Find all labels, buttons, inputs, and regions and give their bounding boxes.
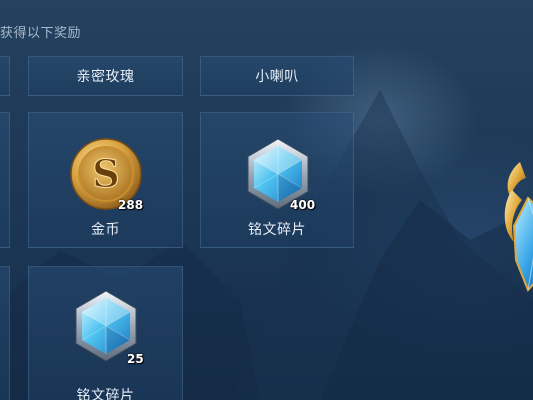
reward-card-rose[interactable]: 亲密玫瑰 <box>28 56 183 96</box>
reward-label: 金币 <box>91 222 120 238</box>
reward-count: 400 <box>290 198 316 212</box>
reward-label: 小喇叭 <box>255 69 299 85</box>
reward-card-partial[interactable] <box>0 56 10 96</box>
reward-card-gold[interactable]: S 288 金币 <box>28 112 183 248</box>
reward-label: 铭文碎片 <box>76 388 135 400</box>
reward-card-horn[interactable]: 小喇叭 <box>200 56 354 96</box>
reward-count: 288 <box>118 198 144 212</box>
reward-label: 亲密玫瑰 <box>76 69 135 85</box>
reward-card-partial[interactable] <box>0 266 10 400</box>
reward-header: 获得以下奖励 <box>0 26 82 41</box>
svg-text:S: S <box>92 151 119 196</box>
reward-card-partial[interactable] <box>0 112 10 248</box>
reward-label: 铭文碎片 <box>248 222 306 238</box>
reward-card-inscription[interactable]: 25 铭文碎片 <box>28 266 183 400</box>
reward-count: 25 <box>127 352 144 366</box>
emblem-icon <box>504 162 533 292</box>
reward-card-inscription[interactable]: 400 铭文碎片 <box>200 112 354 248</box>
reward-screen: 获得以下奖励 亲密玫瑰 小喇叭 S 288 金币 400 铭文碎片 25 铭文碎… <box>0 0 533 400</box>
